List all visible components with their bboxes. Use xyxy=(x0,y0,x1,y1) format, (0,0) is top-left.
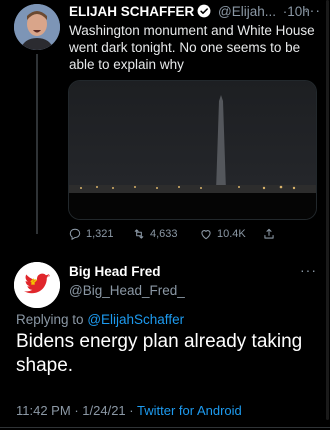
scrollbar[interactable] xyxy=(326,0,329,420)
replying-to-mention[interactable]: @ElijahSchaffer xyxy=(87,312,184,327)
tweet-media-image[interactable] xyxy=(68,80,317,220)
night-photo-washington-monument-icon xyxy=(69,81,316,219)
reply-icon xyxy=(69,228,81,241)
avatar-photo-icon xyxy=(14,4,60,50)
replying-to-line: Replying to @ElijahSchaffer xyxy=(16,312,316,327)
reply-author-handle[interactable]: @Big_Head_Fred_ xyxy=(69,283,269,298)
author-avatar[interactable] xyxy=(14,4,60,50)
thread-connector-line xyxy=(36,54,38,234)
reply-action[interactable]: 1,321 xyxy=(68,225,114,243)
reply-tweet-text: Bidens energy plan already taking shape. xyxy=(16,331,303,376)
author-name[interactable]: ELIJAH SCHAFFER xyxy=(69,4,194,19)
reply-tweet-meta: 11:42 PM · 1/24/21 · Twitter for Android xyxy=(16,403,316,418)
share-action[interactable] xyxy=(262,225,276,243)
reply-more-options-icon[interactable]: ··· xyxy=(300,262,318,278)
tweet-source-link[interactable]: Twitter for Android xyxy=(137,403,242,418)
verified-badge-icon xyxy=(197,4,211,18)
reply-count: 1,321 xyxy=(86,228,114,240)
retweet-count: 4,633 xyxy=(150,228,178,240)
like-count: 10.4K xyxy=(217,228,246,240)
retweet-action[interactable]: 4,633 xyxy=(132,225,178,243)
like-action[interactable]: 10.4K xyxy=(199,225,246,243)
heart-icon xyxy=(201,230,211,240)
meta-separator: · xyxy=(74,403,79,418)
author-handle[interactable]: @Elijah... xyxy=(218,4,276,19)
more-options-icon[interactable]: ··· xyxy=(304,2,322,18)
reply-author-name[interactable]: Big Head Fred xyxy=(69,264,269,279)
reply-date[interactable]: 1/24/21 xyxy=(82,403,125,418)
share-icon xyxy=(264,228,274,239)
retweet-icon xyxy=(134,229,144,239)
red-bird-logo-icon xyxy=(14,262,60,308)
bottom-divider xyxy=(0,427,330,428)
tweet-text: Washington monument and White House went… xyxy=(69,23,315,72)
reply-time[interactable]: 11:42 PM xyxy=(16,403,71,418)
meta-separator-2: · xyxy=(129,403,134,418)
reply-author-avatar[interactable] xyxy=(14,262,60,308)
tweet-actions-bar: 1,321 4,633 10.4K xyxy=(68,225,318,245)
replying-to-label: Replying to xyxy=(16,312,84,327)
parent-tweet-header: ELIJAH SCHAFFER @Elijah... ·10h xyxy=(69,4,327,22)
